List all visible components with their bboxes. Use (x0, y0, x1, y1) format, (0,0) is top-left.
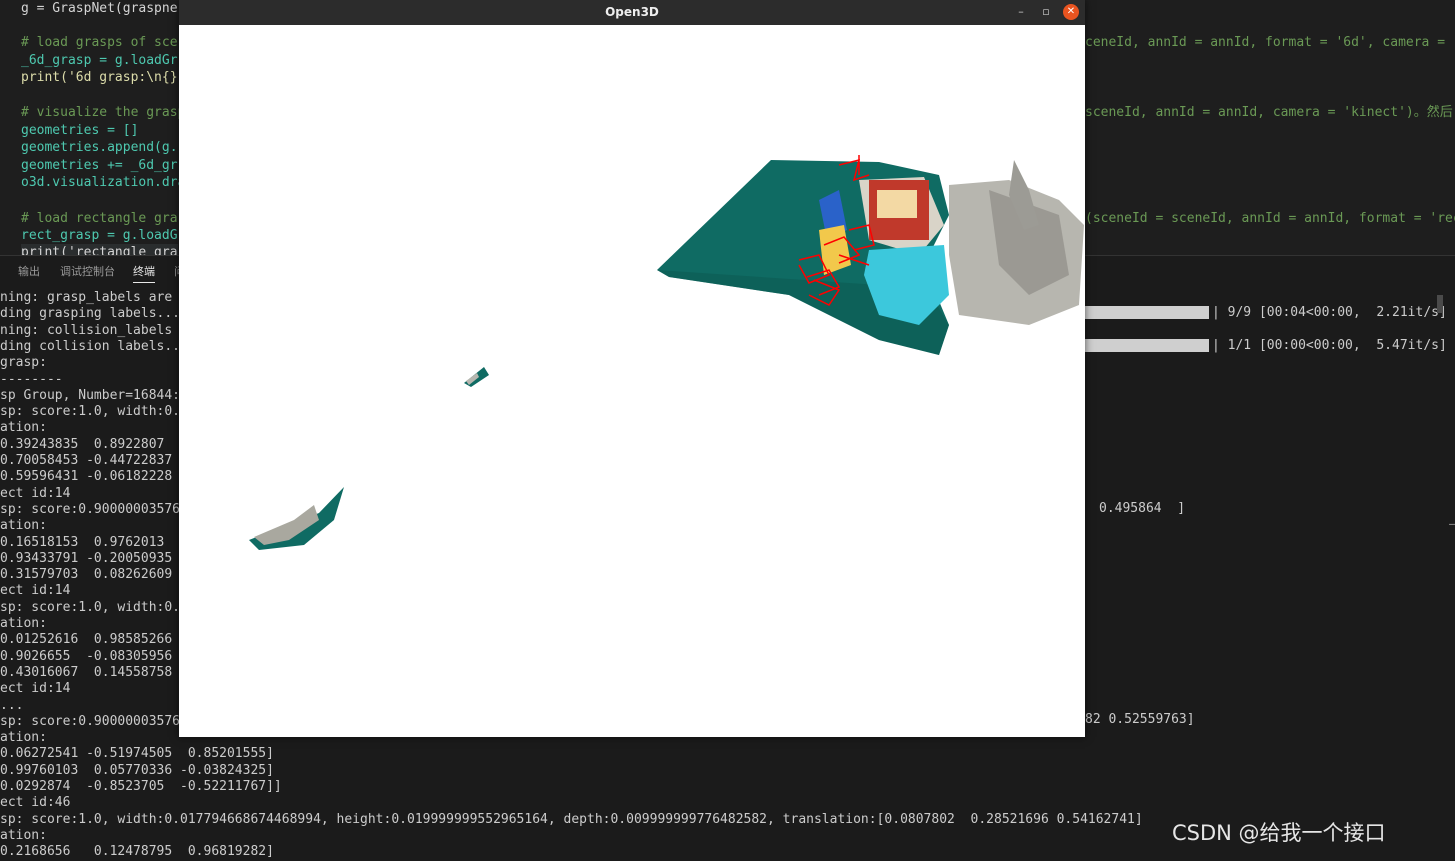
terminal-line: sp: score:1.0, width:0.10 (0, 404, 196, 420)
code-line[interactable]: geometries = [] (21, 122, 138, 139)
tab-debug-console[interactable]: 调试控制台 (60, 263, 115, 279)
terminal-line: sp: score:1.0, width:0.01779466867446899… (0, 811, 1143, 827)
window-titlebar[interactable]: Open3D – ▫ ✕ (179, 0, 1085, 26)
terminal-line: 0.06272541 -0.51974505 0.85201555] (0, 746, 274, 762)
terminal-line: 0.39243835 0.8922807 0 (0, 436, 196, 452)
progress-label: | 9/9 [00:04<00:00, 2.21it/s] (1212, 305, 1447, 320)
terminal-line: sp: score:0.9000000357627 (0, 501, 196, 517)
box-label (877, 190, 917, 218)
terminal-line: sp: score:0.9000000357627 (0, 713, 196, 729)
terminal-line: ation: (0, 420, 47, 436)
code-line[interactable]: o3d.visualization.dra (21, 174, 185, 191)
minimize-button[interactable]: – (1013, 4, 1029, 20)
code-line[interactable]: _6d_grasp = g.loadGr (21, 52, 178, 69)
terminal-line: ect id:14 (0, 681, 71, 697)
code-line[interactable]: # load grasps of sce (21, 34, 178, 51)
terminal-line: grasp: (0, 355, 47, 371)
terminal-line: ding collision labels...: (0, 338, 196, 354)
code-line[interactable]: print('6d grasp:\n{} (21, 69, 178, 86)
terminal-line: 0.0292874 -0.8523705 -0.52211767]] (0, 779, 282, 794)
tab-terminal[interactable]: 终端 (133, 263, 155, 283)
terminal-line: ... (0, 697, 24, 713)
code-line-continuation[interactable]: sceneId, annId = annId, camera = 'kinect… (1085, 104, 1453, 121)
terminal-scrollbar[interactable] (1437, 295, 1443, 313)
terminal-line: 0.70058453 -0.44722837 0 (0, 453, 196, 468)
terminal-line: ect id:14 (0, 583, 71, 599)
progress-bar (1085, 306, 1209, 319)
terminal-line: sp: score:1.0, width:0.10 (0, 599, 196, 615)
terminal-line: ect id:46 (0, 795, 71, 811)
terminal-line: 0.99760103 0.05770336 -0.03824325] (0, 762, 274, 778)
terminal-value: 0.495864 ] (1099, 501, 1186, 516)
terminal-line: 0.31579703 0.08262609 -0 (0, 567, 196, 583)
point-cloud-scene[interactable] (179, 25, 1085, 737)
code-line[interactable]: g = GraspNet(graspne (21, 0, 178, 17)
terminal-line: 0.59596431 -0.06182228 -0 (0, 469, 196, 485)
terminal-line: ning: collision_labels ar (0, 322, 196, 338)
terminal-line: ation: (0, 827, 47, 843)
code-line[interactable]: rect_grasp = g.loadG (21, 227, 178, 244)
terminal-line: 0.16518153 0.9762013 0 (0, 534, 196, 550)
maximize-button[interactable]: ▫ (1038, 4, 1054, 20)
panel-collapse-icon[interactable]: — (1449, 517, 1455, 530)
point-cloud-viewport[interactable] (179, 25, 1085, 737)
code-line[interactable]: geometries.append(g. (21, 139, 178, 156)
terminal-line: ning: grasp_labels are no (0, 290, 196, 305)
terminal-line: 0.2168656 0.12478795 0.96819282] (0, 844, 274, 860)
terminal-line: ding grasping labels...: (0, 306, 188, 322)
window-title: Open3D (605, 5, 659, 19)
terminal-line: ation: (0, 616, 47, 631)
csdn-watermark: CSDN @给我一个接口 (1172, 821, 1386, 845)
code-line[interactable]: print('rectangle_gra (21, 244, 178, 255)
terminal-line: ect id:14 (0, 485, 71, 501)
open3d-window[interactable]: Open3D – ▫ ✕ (179, 0, 1085, 737)
code-line-continuation[interactable]: ceneId, annId = annId, format = '6d', ca… (1085, 34, 1455, 51)
code-line[interactable]: # visualize the grasp (21, 104, 185, 121)
terminal-line: -------- (0, 371, 63, 387)
terminal-line: 0.01252616 0.98585266 0 (0, 632, 196, 648)
tab-output[interactable]: 输出 (18, 263, 40, 279)
code-line[interactable]: # load rectangle gra (21, 210, 178, 227)
code-line[interactable]: geometries += _6d_gr (21, 157, 178, 174)
terminal-line: ation: (0, 518, 47, 534)
code-line-continuation[interactable]: (sceneId = sceneId, annId = annId, forma… (1085, 210, 1455, 227)
progress-bar (1085, 339, 1209, 352)
close-button[interactable]: ✕ (1063, 4, 1079, 20)
terminal-line: 0.9026655 -0.08305956 0 (0, 648, 196, 664)
progress-label: | 1/1 [00:00<00:00, 5.47it/s] (1212, 338, 1447, 353)
terminal-line: 0.43016067 0.14558758 -0 (0, 664, 196, 680)
terminal-value: 82 0.52559763] (1085, 712, 1195, 727)
terminal-line: sp Group, Number=16844: (0, 387, 181, 403)
terminal-line: ation: (0, 730, 47, 746)
terminal-line: 0.93433791 -0.20050935 0 (0, 550, 196, 566)
